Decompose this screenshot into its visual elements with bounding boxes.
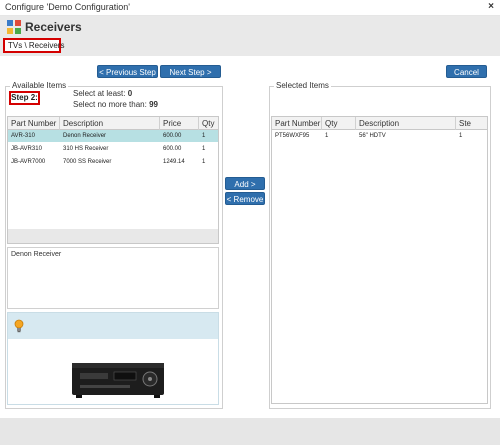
column-header-description[interactable]: Description	[356, 117, 456, 130]
step-title: Receivers	[25, 20, 82, 34]
cell-description: 7000 SS Receiver	[63, 159, 112, 165]
cell-qty: 1	[202, 146, 206, 152]
cell-part-number: PT56WXF95	[275, 133, 310, 139]
column-header-description[interactable]: Description	[60, 117, 160, 130]
cell-part-number: AVR-310	[11, 133, 35, 139]
cell-description: Denon Receiver	[63, 133, 107, 139]
cell-part-number: JB-AVR310	[11, 146, 42, 152]
window-titlebar: Configure 'Demo Configuration' ×	[0, 0, 500, 16]
cell-qty: 1	[202, 133, 206, 139]
column-header-part-number[interactable]: Part Number	[272, 117, 322, 130]
rule-min: Select at least: 0	[73, 89, 132, 98]
item-description-box: Denon Receiver	[7, 247, 219, 309]
table-row[interactable]: AVR-310 Denon Receiver 600.00 1	[8, 130, 218, 142]
column-header-price[interactable]: Price	[160, 117, 199, 130]
add-button[interactable]: Add >	[225, 177, 265, 190]
available-items-grid: Part Number Description Price Qty AVR-31…	[7, 116, 219, 244]
receiver-product-image	[72, 363, 164, 398]
dialog-footer	[0, 418, 500, 445]
close-icon[interactable]: ×	[488, 1, 494, 12]
table-row[interactable]: PT56WXF95 1 56" HDTV 1	[272, 130, 487, 142]
cell-qty: 1	[202, 159, 206, 165]
lightbulb-icon[interactable]	[14, 319, 24, 333]
configurator-icon	[7, 20, 21, 34]
selected-items-grid: Part Number Qty Description Ste PT56WXF9…	[271, 116, 488, 404]
rule-min-label: Select at least:	[73, 89, 126, 98]
next-step-button[interactable]: Next Step >	[160, 65, 221, 78]
column-header-qty[interactable]: Qty	[199, 117, 220, 130]
breadcrumb[interactable]: TVs \ Receivers	[3, 38, 64, 53]
selected-grid-header: Part Number Qty Description Ste	[272, 117, 487, 130]
rule-min-value: 0	[127, 89, 133, 98]
column-header-qty[interactable]: Qty	[322, 117, 356, 130]
grid-footer	[8, 229, 218, 243]
cancel-button[interactable]: Cancel	[446, 65, 487, 78]
cell-price: 1249.14	[163, 159, 185, 165]
window-title: Configure 'Demo Configuration'	[5, 2, 131, 12]
table-row[interactable]: JB-AVR7000 7000 SS Receiver 1249.14 1	[8, 156, 218, 168]
cell-description: 56" HDTV	[359, 133, 386, 139]
step-header: Receivers	[0, 16, 500, 56]
cell-description: 310 HS Receiver	[63, 146, 109, 152]
cell-price: 600.00	[163, 146, 182, 152]
table-row[interactable]: JB-AVR310 310 HS Receiver 600.00 1	[8, 143, 218, 155]
rule-max-value: 99	[149, 100, 158, 109]
available-items-legend: Available Items	[10, 81, 69, 90]
image-panel-header	[8, 313, 218, 339]
cell-part-number: JB-AVR7000	[11, 159, 46, 165]
column-header-part-number[interactable]: Part Number	[8, 117, 60, 130]
item-image-panel	[7, 312, 219, 405]
column-header-step[interactable]: Ste	[456, 117, 489, 130]
cell-qty: 1	[325, 133, 329, 139]
remove-button[interactable]: < Remove	[225, 192, 265, 205]
cell-step: 1	[459, 133, 463, 139]
step-label: Step 2:	[9, 91, 40, 105]
cell-price: 600.00	[163, 133, 182, 139]
previous-step-button[interactable]: < Previous Step	[97, 65, 158, 78]
available-grid-header: Part Number Description Price Qty	[8, 117, 218, 130]
selected-items-legend: Selected Items	[274, 81, 331, 90]
rule-max: Select no more than: 99	[73, 100, 158, 109]
rule-max-label: Select no more than:	[73, 100, 147, 109]
